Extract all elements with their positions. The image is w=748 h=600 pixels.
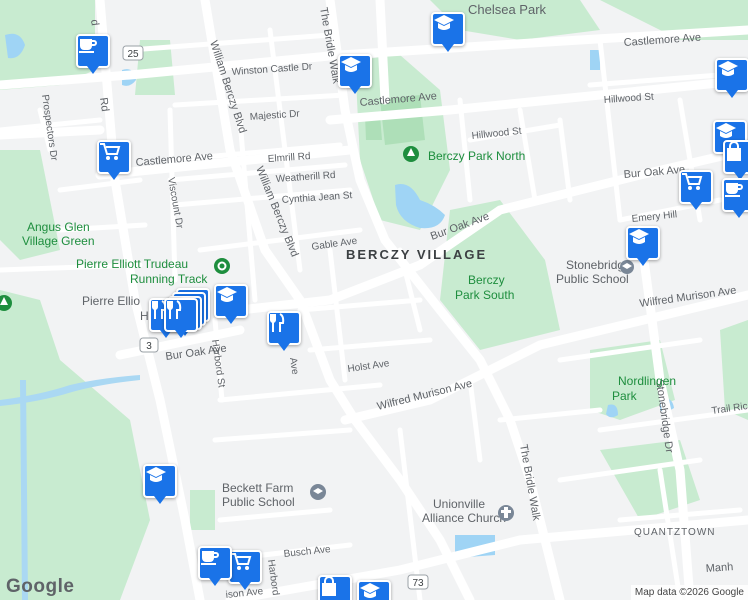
svg-text:3: 3	[146, 341, 152, 352]
label-berczy-park-south-1: Berczy	[468, 273, 505, 287]
label-holst: Holst Ave	[347, 358, 391, 375]
label-winston-castle: Winston Castle Dr	[231, 61, 313, 78]
label-nordlingen-2: Park	[612, 389, 638, 403]
marker-shopping-cart-2[interactable]	[679, 170, 713, 210]
marker-school-3[interactable]	[715, 58, 748, 98]
restaurant-icon	[270, 313, 285, 332]
marker-shopping-cart-3[interactable]	[228, 550, 262, 590]
park-pin-angus-glen[interactable]	[0, 295, 12, 311]
label-trail-ridge: Trail Ric	[711, 401, 748, 417]
google-logo: Google	[6, 576, 75, 597]
label-emery-hill: Emery Hill	[631, 209, 677, 225]
label-beckett-farm-1: Beckett Farm	[222, 481, 293, 495]
shopping-cart-icon	[682, 173, 703, 190]
label-wilfred-murison-e: Wilfred Murison Ave	[639, 285, 737, 310]
school-icon	[360, 583, 380, 598]
marker-school-5[interactable]	[626, 226, 660, 266]
shopping-bag-icon	[322, 577, 336, 596]
label-hillwood-1: Hillwood St	[603, 92, 654, 106]
label-hillwood-2: Hillwood St	[471, 126, 522, 142]
label-angus-glen-1: Angus Glen	[27, 220, 90, 234]
label-berczy-park-north: Berczy Park North	[428, 149, 525, 163]
label-cynthia-jean: Cynthia Jean St	[281, 190, 352, 206]
route-shield-73: 73	[407, 574, 429, 590]
marker-restaurant-2[interactable]	[164, 298, 198, 338]
label-unionville-alliance-1: Unionville	[433, 497, 485, 511]
label-beckett-farm-2: Public School	[222, 495, 295, 509]
label-busch: Busch Ave	[283, 544, 331, 560]
label-nordlingen-1: Nordlingen	[618, 374, 676, 388]
label-stonebridge-ps-2: Public School	[556, 272, 629, 286]
school-icon	[146, 467, 166, 482]
label-rd-left: d	[88, 19, 101, 27]
label-manh: Manh	[705, 561, 733, 575]
label-bur-oak-mid: Bur Oak Ave	[429, 210, 491, 242]
svg-text:73: 73	[412, 578, 424, 589]
label-trudeau-track-2: Running Track	[130, 272, 208, 286]
label-castlemore-ave-w: Castlemore Ave	[135, 150, 213, 169]
label-weatherill: Weatherill Rd	[275, 170, 335, 185]
label-chelsea-park: Chelsea Park	[468, 2, 547, 17]
shopping-bag-icon	[727, 142, 741, 161]
label-castlemore-ave-mid: Castlemore Ave	[359, 90, 437, 109]
label-angus-glen-2: Village Green	[22, 234, 95, 248]
label-pierre-elliott-hs-1: Pierre Ellio	[82, 294, 140, 308]
svg-text:25: 25	[127, 49, 139, 60]
school-icon	[716, 123, 736, 138]
label-rd-fragment: Rd	[97, 97, 111, 113]
marker-restaurant-3[interactable]	[267, 311, 301, 351]
marker-shopping-cart-1[interactable]	[97, 140, 131, 180]
marker-school-8[interactable]	[357, 580, 391, 600]
map-view[interactable]: Chelsea Park Castlemore Ave Castlemore A…	[0, 0, 748, 600]
marker-shopping-bag-2[interactable]	[318, 575, 352, 600]
label-stonebridge: Stonebridge Dr	[653, 379, 675, 454]
school-icon	[341, 57, 361, 72]
shopping-cart-icon	[231, 553, 252, 570]
cafe-icon	[725, 183, 743, 197]
label-ave-fragment: Ave	[287, 357, 300, 376]
marker-cafe-2[interactable]	[722, 178, 748, 218]
marker-cafe-3[interactable]	[198, 546, 232, 586]
map-labels: Chelsea Park Castlemore Ave Castlemore A…	[0, 2, 748, 600]
school-icon	[629, 229, 649, 244]
label-castlemore-ave-ne: Castlemore Ave	[623, 32, 701, 49]
marker-cafe-1[interactable]	[76, 34, 110, 74]
marker-school-6[interactable]	[214, 284, 248, 324]
label-harbord-2: Harbord	[265, 559, 281, 596]
marker-shopping-bag-1[interactable]	[723, 140, 748, 180]
school-pin-beckett-farm[interactable]	[310, 484, 326, 500]
label-majestic: Majestic Dr	[249, 108, 300, 123]
route-shield-25: 25	[122, 45, 144, 61]
church-pin-unionville-alliance[interactable]	[498, 505, 514, 521]
school-pin-stonebridge[interactable]	[620, 260, 634, 274]
label-wilfred-murison-mid: Wilfred Murison Ave	[376, 378, 474, 413]
restaurant-icon	[167, 300, 182, 319]
park-pin-berczy-north[interactable]	[403, 146, 419, 162]
label-bur-oak-ne: Bur Oak Ave	[623, 164, 685, 181]
label-william-berczy-1: William Berczy Blvd	[207, 39, 248, 135]
label-viscount: Viscount Dr	[165, 177, 185, 230]
label-unionville-alliance-2: Alliance Church	[422, 511, 506, 525]
label-bridle-walk-s: The Bridle Walk	[517, 443, 542, 522]
map-attribution[interactable]: Map data ©2026 Google	[630, 585, 748, 600]
marker-school-7[interactable]	[143, 464, 177, 504]
cafe-icon	[201, 551, 219, 565]
label-quantztown: QUANTZTOWN	[634, 527, 715, 538]
park-pin-trudeau-track[interactable]	[214, 258, 230, 274]
school-icon	[434, 15, 454, 30]
shopping-cart-icon	[100, 143, 121, 160]
marker-school-1[interactable]	[431, 12, 465, 52]
school-icon	[718, 61, 738, 76]
label-trudeau-track-1: Pierre Elliott Trudeau	[76, 257, 188, 271]
label-prospectors: Prospectors Dr	[39, 94, 59, 162]
route-shield-3: 3	[139, 337, 159, 353]
cafe-icon	[79, 39, 97, 53]
school-icon	[217, 287, 237, 302]
marker-school-2[interactable]	[338, 54, 372, 94]
label-berczy-park-south-2: Park South	[455, 288, 514, 302]
label-elmrill: Elmrill Rd	[267, 151, 310, 165]
label-berczy-village: BERCZY VILLAGE	[346, 247, 487, 262]
